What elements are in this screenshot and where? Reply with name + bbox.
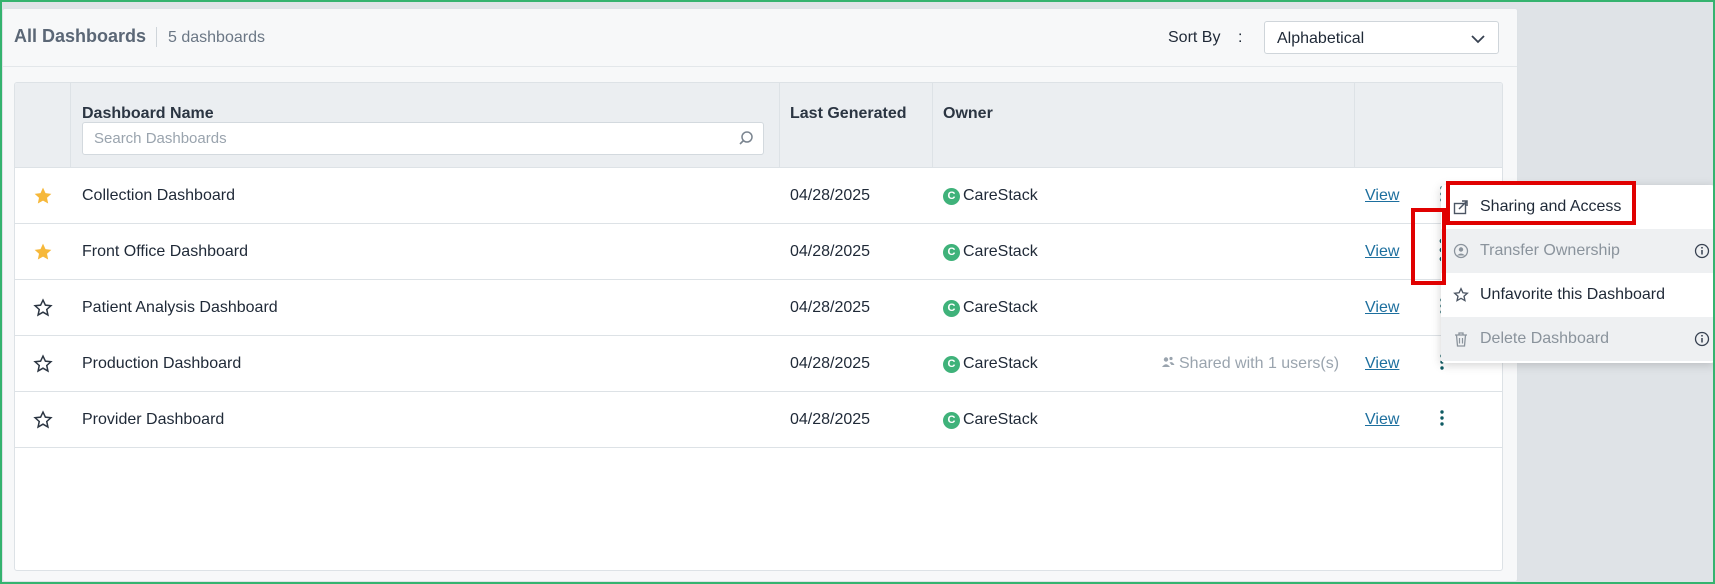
table-row: Production Dashboard 04/28/2025 C CareStack… [15,336,1502,392]
owner: C CareStack [943,336,1038,392]
column-header-last-generated: Last Generated [790,105,907,122]
last-generated-date: 04/28/2025 [790,299,871,316]
sort-by-label: Sort By [1168,29,1221,46]
menu-item-label: Delete Dashboard [1480,330,1609,347]
owner-name: CareStack [963,243,1038,260]
owner-avatar: C [943,411,960,429]
menu-item-transfer-ownership[interactable]: Transfer Ownership [1441,229,1715,273]
shared-text: Shared with 1 users(s) [1179,355,1340,372]
owner: C CareStack [943,168,1038,224]
owner-name: CareStack [963,187,1038,204]
trash-icon [1453,331,1469,352]
more-options-button[interactable] [1429,392,1455,448]
menu-item-label: Sharing and Access [1480,198,1622,215]
star-outline-icon[interactable] [15,336,70,392]
view-link[interactable]: View [1365,168,1399,224]
table-row: Collection Dashboard 04/28/2025 C CareStack… [15,168,1502,224]
sort-selected-value: Alphabetical [1277,30,1365,47]
last-generated-date: 04/28/2025 [790,411,871,428]
page-title: All Dashboards [14,26,147,46]
menu-item-label: Transfer Ownership [1480,242,1620,259]
owner: C CareStack [943,224,1038,280]
dashboard-name: Collection Dashboard [82,187,235,204]
owner-name: CareStack [963,355,1038,372]
menu-item-unfavorite[interactable]: Unfavorite this Dashboard [1441,273,1715,317]
sort-select[interactable]: Alphabetical [1264,21,1499,54]
header-divider [156,27,157,47]
table-row: Provider Dashboard 04/28/2025 C CareStack Vi… [15,392,1502,448]
search-field[interactable] [82,122,764,155]
table-header: Dashboard Name Last Generated Owner [15,83,1502,168]
search-input[interactable] [83,123,763,154]
owner-avatar: C [943,187,960,205]
dashboard-name: Provider Dashboard [82,411,225,428]
star-outline-icon[interactable] [15,280,70,336]
star-outline-icon [1453,287,1469,308]
dashboard-name: Production Dashboard [82,355,242,372]
owner-avatar: C [943,355,960,373]
menu-item-delete-dashboard[interactable]: Delete Dashboard [1441,317,1715,361]
dashboard-name: Front Office Dashboard [82,243,249,260]
chevron-down-icon [1470,32,1486,50]
panel-header: All Dashboards 5 dashboards Sort By : Al… [3,9,1517,67]
menu-item-sharing-and-access[interactable]: Sharing and Access [1441,185,1715,229]
users-icon [1161,355,1179,374]
owner-name: CareStack [963,299,1038,316]
star-filled-icon[interactable] [15,168,70,224]
menu-item-label: Unfavorite this Dashboard [1480,286,1665,303]
view-link[interactable]: View [1365,224,1399,280]
share-icon [1453,199,1469,220]
search-icon[interactable] [738,130,754,151]
dashboard-name: Patient Analysis Dashboard [82,299,278,316]
last-generated-date: 04/28/2025 [790,243,871,260]
view-link[interactable]: View [1365,336,1399,392]
owner: C CareStack [943,392,1038,448]
kebab-icon [1439,409,1445,432]
view-link[interactable]: View [1365,280,1399,336]
owner-name: CareStack [963,411,1038,428]
owner: C CareStack [943,280,1038,336]
column-header-name: Dashboard Name [82,105,214,122]
view-link[interactable]: View [1365,392,1399,448]
row-actions-menu: Sharing and Access Transfer Ownership Un… [1441,185,1715,363]
star-filled-icon[interactable] [15,224,70,280]
user-circle-icon [1453,243,1469,264]
sort-by-colon: : [1238,29,1243,46]
shared-indicator: Shared with 1 users(s) [1161,336,1339,392]
owner-avatar: C [943,299,960,317]
dashboard-count: 5 dashboards [168,29,265,46]
column-header-owner: Owner [943,105,993,122]
owner-avatar: C [943,243,960,261]
info-icon [1694,243,1710,264]
info-icon [1694,331,1710,352]
last-generated-date: 04/28/2025 [790,355,871,372]
star-outline-icon[interactable] [15,392,70,448]
dashboards-panel: All Dashboards 5 dashboards Sort By : Al… [2,8,1518,582]
last-generated-date: 04/28/2025 [790,187,871,204]
table-row: Front Office Dashboard 04/28/2025 C CareSta… [15,224,1502,280]
table-row: Patient Analysis Dashboard 04/28/2025 C Car… [15,280,1502,336]
dashboards-table: Dashboard Name Last Generated Owner Coll… [14,82,1503,571]
